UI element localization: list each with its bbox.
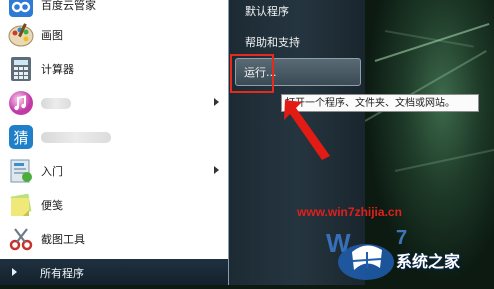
blurred-label xyxy=(41,97,71,109)
all-programs-label: 所有程序 xyxy=(40,267,84,280)
menu-item-snipping-tool[interactable]: 截图工具 xyxy=(0,222,228,256)
red-pointer-arrow-icon xyxy=(284,100,330,160)
svg-text:7: 7 xyxy=(396,227,407,249)
default-programs-link[interactable]: 默认程序 xyxy=(245,3,289,19)
paint-icon xyxy=(8,23,34,47)
watermark-site-name: 系统之家 xyxy=(396,252,461,271)
snipping-tool-icon xyxy=(9,228,33,251)
menu-item-label: 百度云管家 xyxy=(41,0,96,12)
menu-item-input-method[interactable]: 猜 xyxy=(0,120,228,154)
submenu-arrow-icon xyxy=(214,166,219,174)
input-method-icon: 猜 xyxy=(9,125,33,149)
right-arrow-icon xyxy=(12,268,17,276)
blurred-label xyxy=(41,131,111,143)
baidu-cloud-icon xyxy=(9,0,33,17)
watermark-url: www.win7zhijia.cn xyxy=(297,205,402,219)
menu-item-calculator[interactable]: 计算器 xyxy=(0,52,228,86)
calculator-icon xyxy=(11,57,31,81)
getting-started-icon xyxy=(10,159,32,183)
itunes-icon xyxy=(9,91,33,115)
menu-item-label: 画图 xyxy=(41,29,63,42)
svg-text:猜: 猜 xyxy=(13,129,28,147)
submenu-arrow-icon xyxy=(214,98,219,106)
menu-item-itunes[interactable] xyxy=(0,86,228,120)
menu-item-paint[interactable]: 画图 xyxy=(0,18,228,52)
menu-item-label: 截图工具 xyxy=(41,233,85,246)
menu-item-label: 计算器 xyxy=(41,63,74,76)
help-support-link[interactable]: 帮助和支持 xyxy=(245,34,300,50)
menu-item-label: 便笺 xyxy=(41,199,63,212)
start-menu-program-list: 百度云管家 画图 计算器 猜 入门 便笺 截图工具 所有程序 xyxy=(0,0,229,285)
menu-item-label: 入门 xyxy=(41,165,63,178)
menu-item-sticky-notes[interactable]: 便笺 xyxy=(0,188,228,222)
sticky-notes-icon xyxy=(10,193,32,216)
run-highlight-box xyxy=(230,54,274,93)
all-programs-button[interactable]: 所有程序 xyxy=(0,259,228,285)
menu-item-getting-started[interactable]: 入门 xyxy=(0,154,228,188)
